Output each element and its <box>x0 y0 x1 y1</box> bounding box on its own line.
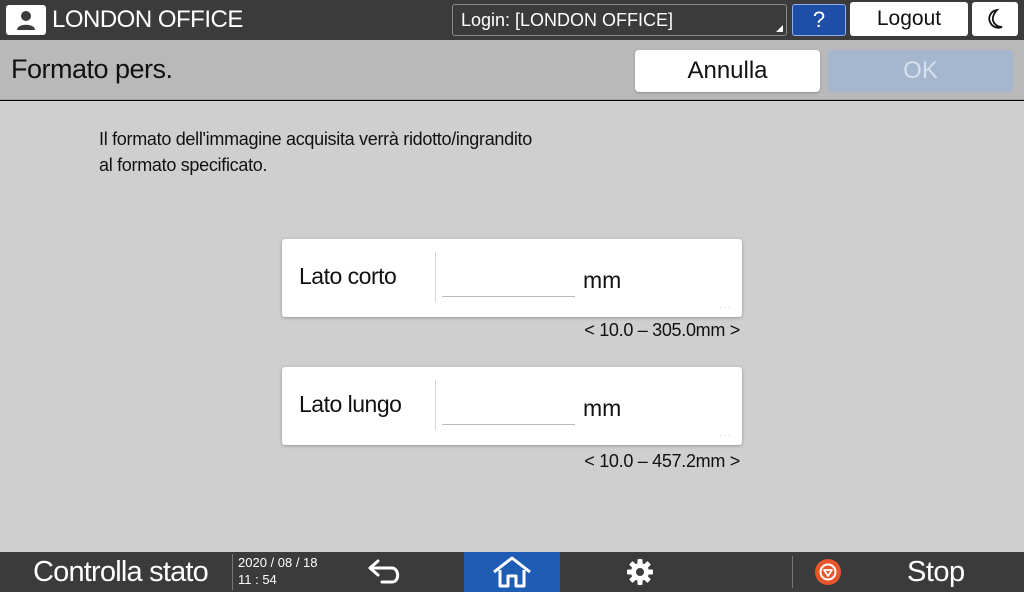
energy-saver-button[interactable] <box>972 2 1018 36</box>
user-icon <box>6 5 46 35</box>
divider <box>792 556 793 588</box>
title-bar: Formato pers. Annulla OK <box>0 40 1024 100</box>
logout-button[interactable]: Logout <box>850 2 968 36</box>
top-status-bar: LONDON OFFICE Login: [LONDON OFFICE] ? L… <box>0 0 1024 40</box>
long-side-unit: mm <box>583 395 622 421</box>
back-button[interactable] <box>340 552 430 592</box>
moon-icon <box>988 8 1003 29</box>
help-button[interactable]: ? <box>792 4 846 36</box>
date-time-display: 2020 / 08 / 18 11 : 54 <box>232 554 328 590</box>
stop-icon <box>815 559 841 585</box>
short-side-unit: mm <box>583 267 622 293</box>
expand-corner-icon <box>776 25 783 32</box>
short-side-field[interactable]: Lato corto mm ··· <box>282 239 742 317</box>
user-indicator[interactable]: LONDON OFFICE <box>6 5 243 35</box>
page-title: Formato pers. <box>11 54 173 84</box>
description-line: Il formato dell'immagine acquisita verrà… <box>99 129 532 149</box>
more-indicator-icon: ··· <box>719 430 732 441</box>
long-side-range: < 10.0 – 457.2mm > <box>584 451 740 471</box>
stop-label: Stop <box>907 556 965 588</box>
check-status-button[interactable]: Controlla stato <box>0 552 230 592</box>
stop-button[interactable]: Stop <box>800 552 1024 592</box>
date-text: 2020 / 08 / 18 <box>238 555 318 570</box>
long-side-input[interactable] <box>442 385 575 425</box>
long-side-label: Lato lungo <box>299 391 402 417</box>
user-name: LONDON OFFICE <box>52 6 243 33</box>
more-indicator-icon: ··· <box>719 302 732 313</box>
settings-button[interactable] <box>592 552 688 592</box>
long-side-field[interactable]: Lato lungo mm ··· <box>282 367 742 445</box>
home-button[interactable] <box>464 552 560 592</box>
divider <box>435 380 436 430</box>
back-arrow-icon <box>368 559 400 584</box>
bottom-bar: Controlla stato 2020 / 08 / 18 11 : 54 S… <box>0 552 1024 592</box>
cancel-button[interactable]: Annulla <box>635 50 820 92</box>
ok-button[interactable]: OK <box>828 50 1013 92</box>
short-side-range: < 10.0 – 305.0mm > <box>584 320 740 340</box>
description-line: al formato specificato. <box>99 155 268 175</box>
login-status-field[interactable]: Login: [LONDON OFFICE] <box>452 4 787 36</box>
time-text: 11 : 54 <box>238 572 277 587</box>
home-icon <box>493 556 531 588</box>
description-text: Il formato dell'immagine acquisita verrà… <box>99 126 532 178</box>
divider <box>435 252 436 302</box>
gear-icon <box>627 559 653 585</box>
login-text: Login: [LONDON OFFICE] <box>461 10 674 30</box>
main-panel: Il formato dell'immagine acquisita verrà… <box>0 101 1024 552</box>
short-side-label: Lato corto <box>299 263 397 289</box>
short-side-input[interactable] <box>442 257 575 297</box>
